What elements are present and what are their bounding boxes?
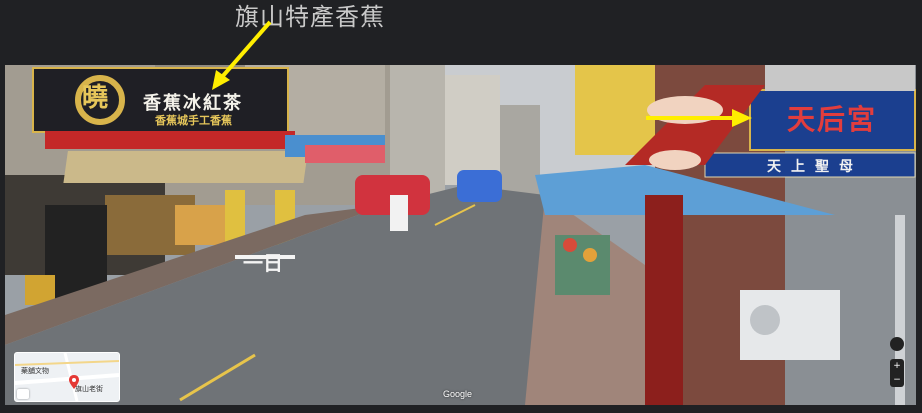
minimap-label-1: 旗山老街 bbox=[75, 385, 103, 393]
overlay-panel bbox=[765, 65, 915, 91]
street-view-panorama[interactable]: 曉 香蕉冰紅茶 香蕉城手工香蕉 天后宮 天上聖母 一日 藥舖文物 旗山老街 Go… bbox=[5, 65, 916, 405]
map-pin-icon bbox=[69, 375, 79, 389]
minimap-roads bbox=[15, 353, 119, 401]
zoom-out-button[interactable]: − bbox=[893, 375, 901, 385]
temple-subsign: 天上聖母 bbox=[767, 159, 863, 175]
minimap[interactable]: 藥舖文物 旗山老街 bbox=[14, 352, 120, 402]
expand-icon[interactable] bbox=[17, 389, 29, 399]
banana-shop-subsign: 香蕉城手工香蕉 bbox=[155, 114, 232, 127]
compass-icon[interactable] bbox=[890, 337, 904, 351]
street-scene bbox=[5, 65, 916, 405]
caption: 旗山特產香蕉 bbox=[235, 3, 385, 31]
zoom-in-button[interactable]: + bbox=[893, 361, 901, 371]
zoom-control: + − bbox=[890, 359, 904, 387]
minimap-label-2: 藥舖文物 bbox=[21, 367, 49, 375]
temple-sign: 天后宮 bbox=[787, 103, 878, 136]
banana-shop-sign-logo: 曉 bbox=[82, 83, 109, 113]
road-marking: 一日 bbox=[243, 251, 283, 275]
google-attribution: Google bbox=[443, 389, 473, 399]
